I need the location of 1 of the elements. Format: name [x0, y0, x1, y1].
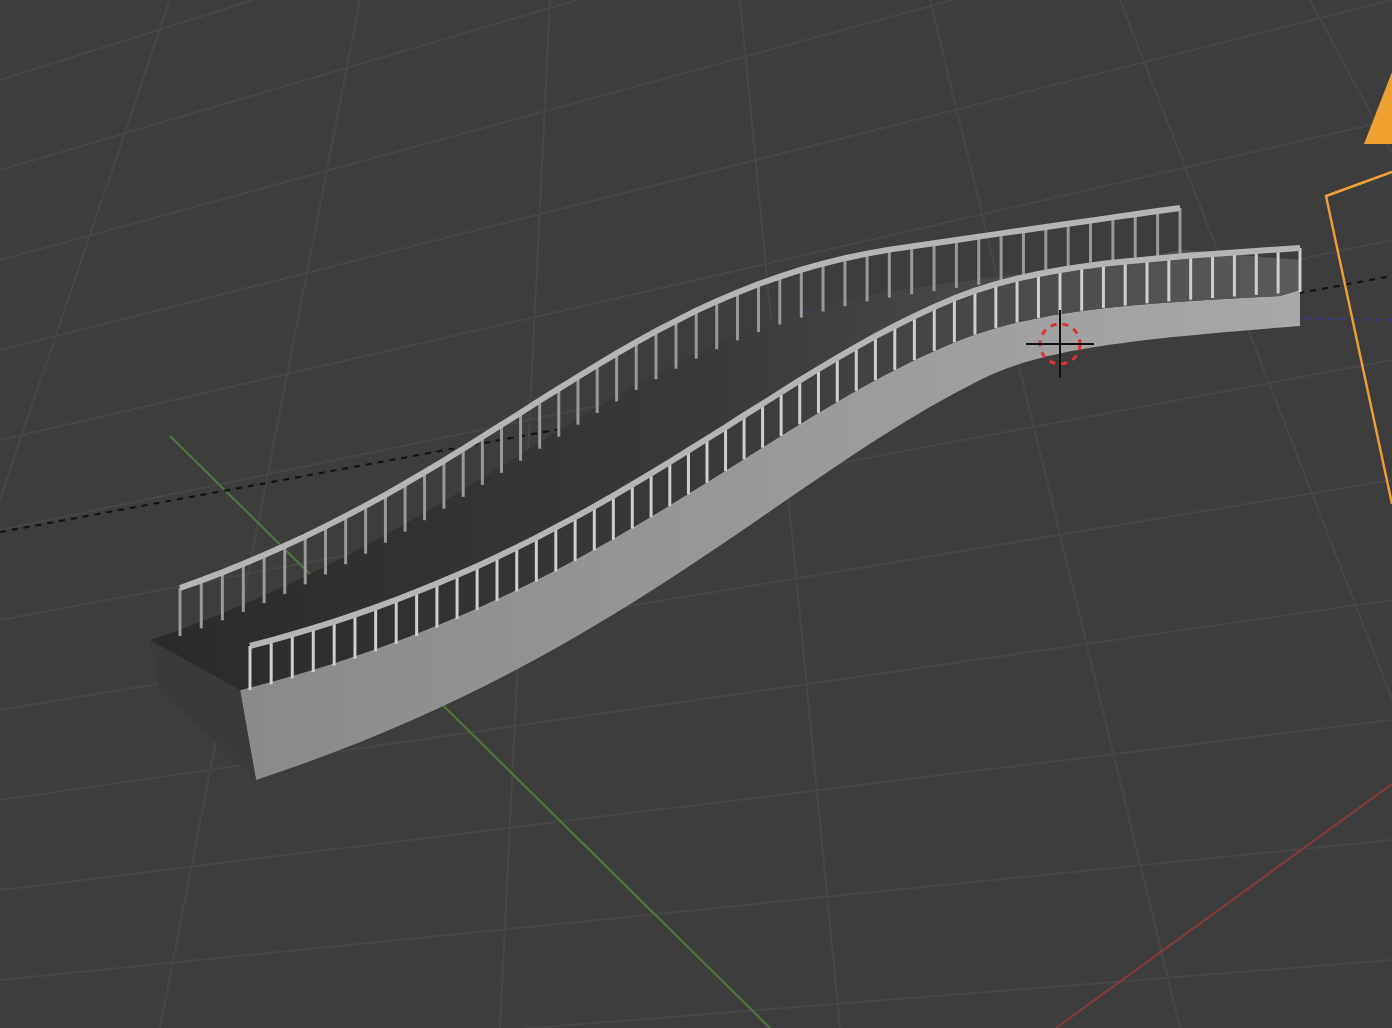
3d-cursor-icon[interactable] — [1025, 309, 1095, 379]
